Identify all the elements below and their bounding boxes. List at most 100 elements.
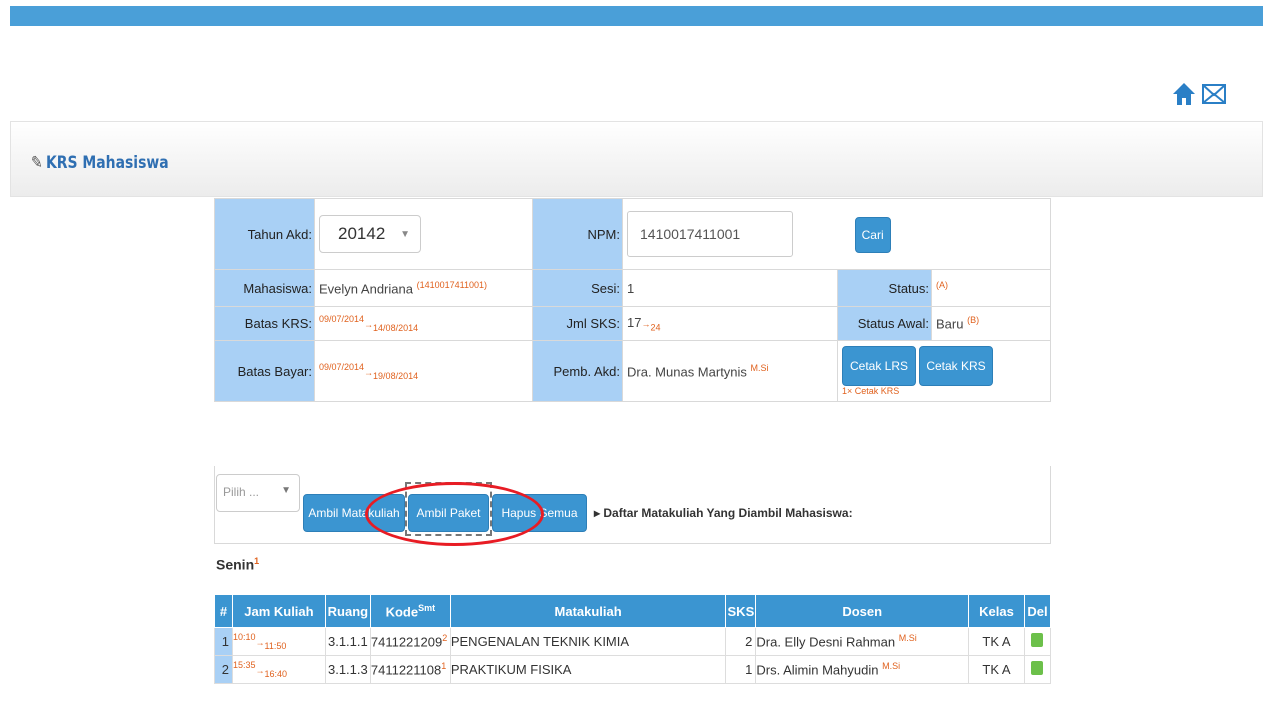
col-kode-sup: Smt [418, 602, 436, 613]
mahasiswa-name: Evelyn Andriana [319, 281, 413, 297]
panel-header: ✎ KRS Mahasiswa [10, 121, 1263, 197]
mail-icon[interactable] [1202, 83, 1226, 105]
home-icon[interactable] [1172, 82, 1196, 106]
row-no: 2 [214, 655, 233, 684]
mahasiswa-npm: (1410017411001) [416, 279, 487, 290]
krs-content: Tahun Akd: 20142 ▼ NPM: 1410017411001 Car… [214, 198, 1052, 684]
row-dosen: Drs. Alimin Mahyudin M.Si [755, 655, 969, 684]
npm-cell: 1410017411001 Cari [622, 198, 1051, 270]
arrow-right-icon: → [255, 637, 265, 648]
jam-start: 10:10 [232, 632, 256, 643]
kode-value: 7411221108 [370, 662, 442, 678]
col-kode: KodeSmt [369, 594, 451, 628]
delete-icon[interactable] [1031, 633, 1044, 647]
triangle-right-icon: ▸ [594, 506, 601, 520]
daftar-title: ▸ Daftar Matakuliah Yang Diambil Mahasis… [594, 506, 853, 520]
jam-end: 11:50 [264, 640, 287, 651]
arrow-right-icon: → [255, 665, 265, 676]
cari-button[interactable]: Cari [854, 217, 891, 253]
kode-value: 7411221209 [370, 634, 443, 650]
sesi-label: Sesi: [532, 269, 623, 307]
daftar-title-text: Daftar Matakuliah Yang Diambil Mahasiswa… [603, 506, 853, 520]
status-cell: (A) [931, 269, 1051, 307]
batas-bayar-cell: 09/07/2014→19/08/2014 [314, 340, 533, 402]
row-matakuliah: PENGENALAN TEKNIK KIMIA [449, 627, 727, 656]
mahasiswa-cell: Evelyn Andriana (1410017411001) [314, 269, 533, 307]
arrow-right-icon: → [364, 366, 374, 377]
day-label: Senin1 [216, 556, 259, 573]
cetak-lrs-button[interactable]: Cetak LRS [842, 346, 916, 386]
status-awal-label: Status Awal: [837, 306, 932, 341]
jml-sks-label: Jml SKS: [532, 306, 623, 341]
tahun-akd-label: Tahun Akd: [214, 198, 315, 270]
col-kode-text: Kode [385, 604, 419, 620]
sesi-value: 1 [622, 269, 838, 307]
status-awal-cell: Baru (B) [931, 306, 1051, 341]
col-dosen: Dosen [755, 594, 969, 628]
col-sks: SKS [725, 594, 757, 628]
caret-down-icon: ▼ [281, 485, 291, 496]
day-sup: 1 [254, 556, 260, 566]
status-value: (A) [936, 279, 948, 290]
col-no: # [214, 594, 233, 628]
jam-start: 15:35 [232, 660, 256, 671]
status-awal-value: Baru [936, 316, 964, 332]
dosen-title: M.Si [898, 633, 917, 644]
tahun-akd-select[interactable]: 20142 ▼ [319, 215, 421, 253]
col-kelas: Kelas [968, 594, 1025, 628]
row-dosen: Dra. Elly Desni Rahman M.Si [755, 627, 969, 656]
npm-label: NPM: [532, 198, 623, 270]
jml-sks-max: 24 [650, 322, 661, 333]
col-jam: Jam Kuliah [231, 594, 326, 628]
pemb-akd-label: Pemb. Akd: [532, 340, 623, 402]
table-row: 1 10:10→11:50 3.1.1.1 74112212092 PENGEN… [214, 627, 1052, 656]
jml-sks-value: 17 [627, 314, 642, 330]
page-title: ✎ KRS Mahasiswa [31, 153, 169, 173]
row-ruang: 3.1.1.1 [324, 627, 371, 656]
edit-icon: ✎ [31, 153, 43, 173]
col-del: Del [1023, 594, 1052, 628]
row-kode: 74112212092 [369, 627, 451, 656]
row-jam: 10:10→11:50 [231, 627, 326, 656]
row-sks: 2 [725, 627, 757, 656]
arrow-right-icon: → [364, 319, 374, 330]
row-kelas: TK A [968, 655, 1025, 684]
row-kelas: TK A [968, 627, 1025, 656]
row-ruang: 3.1.1.3 [324, 655, 371, 684]
status-label: Status: [837, 269, 932, 307]
cetak-cell: Cetak LRS Cetak KRS 1× Cetak KRS [837, 340, 1051, 402]
top-bar [10, 6, 1263, 26]
row-del [1023, 655, 1052, 684]
status-awal-code: (B) [967, 315, 980, 326]
tahun-akd-value: 20142 [338, 224, 386, 243]
dosen-name: Dra. Elly Desni Rahman [756, 634, 896, 650]
krs-table: # Jam Kuliah Ruang KodeSmt Matakuliah SK… [214, 594, 1052, 684]
paket-select-placeholder: Pilih ... [223, 485, 260, 499]
batas-krs-end: 14/08/2014 [373, 322, 419, 333]
col-matakuliah: Matakuliah [449, 594, 727, 628]
row-sks: 1 [725, 655, 757, 684]
dosen-title: M.Si [882, 661, 901, 672]
dosen-name: Drs. Alimin Mahyudin [756, 662, 879, 678]
delete-icon[interactable] [1031, 661, 1044, 675]
highlight-circle [365, 482, 544, 546]
top-icons [1172, 82, 1226, 106]
batas-krs-label: Batas KRS: [214, 306, 315, 341]
pemb-akd-value: Dra. Munas Martynis [627, 364, 747, 380]
row-jam: 15:35→16:40 [231, 655, 326, 684]
jam-end: 16:40 [264, 668, 288, 679]
paket-select[interactable]: Pilih ... ▼ [216, 474, 300, 512]
caret-down-icon: ▼ [400, 228, 410, 240]
batas-bayar-label: Batas Bayar: [214, 340, 315, 402]
batas-krs-start: 09/07/2014 [319, 314, 365, 325]
page-title-text: KRS Mahasiswa [45, 153, 169, 173]
pemb-akd-title: M.Si [750, 362, 769, 373]
kode-sup: 1 [441, 661, 447, 672]
cetak-krs-button[interactable]: Cetak KRS [919, 346, 993, 386]
npm-input[interactable]: 1410017411001 [627, 211, 793, 257]
tahun-akd-cell: 20142 ▼ [314, 198, 533, 270]
batas-bayar-end: 19/08/2014 [373, 370, 419, 381]
cetak-count: 1× Cetak KRS [842, 386, 900, 396]
row-matakuliah: PRAKTIKUM FISIKA [449, 655, 727, 684]
day-label-text: Senin [216, 556, 255, 573]
